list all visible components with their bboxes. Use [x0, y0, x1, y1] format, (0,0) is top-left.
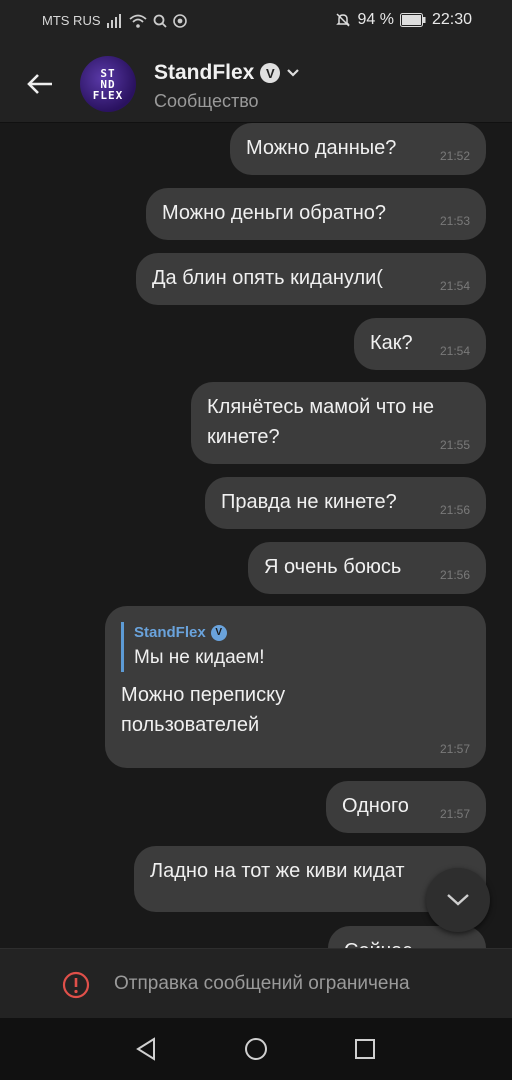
- back-arrow-icon: [27, 74, 52, 94]
- message-time: 21:57: [439, 742, 470, 756]
- nav-back-icon: [136, 1037, 155, 1061]
- message-time: 21:56: [439, 568, 470, 582]
- clock: 22:30: [431, 11, 472, 28]
- status-right: 94 % 22:30: [335, 11, 472, 29]
- message-time: 21:54: [439, 344, 470, 358]
- nav-recents-icon: [355, 1039, 375, 1059]
- message-time: 21:57: [439, 807, 470, 821]
- status-bar: MTS RUS 94 % 22:30: [0, 0, 512, 44]
- status-left: MTS RUS: [42, 13, 187, 28]
- nav-back-button[interactable]: [133, 1036, 159, 1062]
- message-bubble-reply[interactable]: StandFlex V Мы не кидаем! Можно переписк…: [105, 606, 486, 768]
- message-bubble[interactable]: Клянётесь мамой что не кинете? 21:55: [191, 382, 486, 464]
- carrier-label: MTS RUS: [42, 13, 101, 28]
- verified-icon: V: [210, 625, 227, 641]
- mute-bell-icon: [335, 12, 351, 28]
- message-text: Одного: [342, 795, 409, 817]
- message-bubble[interactable]: Как? 21:54: [354, 318, 486, 370]
- chat-subtitle: Сообщество: [154, 91, 259, 111]
- battery-icon: [399, 13, 426, 27]
- message-time: 21:56: [439, 503, 470, 517]
- restriction-bar: Отправка сообщений ограничена: [0, 948, 512, 1019]
- chevron-down-icon: [287, 69, 300, 77]
- message-time: 21:53: [439, 214, 470, 228]
- quote-author: StandFlex V: [134, 622, 470, 644]
- warning-icon: [62, 971, 90, 999]
- quoted-message[interactable]: StandFlex V Мы не кидаем!: [121, 622, 470, 672]
- scroll-down-button[interactable]: [426, 868, 490, 932]
- message-text: Ладно на тот же киви кидат: [150, 860, 405, 882]
- signal-icon: [106, 13, 123, 28]
- message-bubble[interactable]: Правда не кинете? 21:56: [205, 477, 486, 529]
- back-button[interactable]: [22, 66, 58, 102]
- avatar-line-2: ND: [100, 77, 116, 91]
- message-text: Как?: [370, 332, 413, 354]
- message-text: Клянётесь мамой что не кинете?: [207, 396, 435, 448]
- battery-percent: 94 %: [357, 11, 394, 28]
- message-time: 21:54: [439, 279, 470, 293]
- chat-title-text: StandFlex: [154, 61, 255, 84]
- wifi-icon: [128, 14, 147, 28]
- chat-title[interactable]: StandFlex V: [154, 61, 300, 85]
- message-text: Можно данные?: [246, 137, 397, 159]
- message-time: 21:52: [439, 149, 470, 163]
- message-list[interactable]: Можно данные? 21:52 Можно деньги обратно…: [0, 123, 512, 948]
- message-bubble[interactable]: Одного 21:57: [326, 781, 486, 833]
- quote-author-name: StandFlex: [134, 624, 206, 641]
- avatar-logo: ST ND FLEX: [93, 68, 124, 101]
- avatar-line-3: FLEX: [92, 88, 124, 102]
- system-nav-bar: [0, 1018, 512, 1080]
- quote-text: Мы не кидаем!: [134, 647, 265, 668]
- avatar-line-1: ST: [100, 66, 116, 80]
- message-text: Да блин опять киданули(: [152, 267, 383, 289]
- restriction-text: Отправка сообщений ограничена: [114, 973, 410, 994]
- nav-recents-button[interactable]: [352, 1036, 378, 1062]
- chat-header: ST ND FLEX StandFlex V Сообщество: [0, 44, 512, 123]
- message-bubble[interactable]: Я очень боюсь 21:56: [248, 542, 486, 594]
- search-icon: [153, 14, 167, 28]
- verified-icon: V: [260, 63, 281, 83]
- nav-home-button[interactable]: [243, 1036, 269, 1062]
- message-bubble[interactable]: Можно деньги обратно? 21:53: [146, 188, 486, 240]
- message-text: Сейчас: [344, 940, 412, 948]
- scroll-down-icon: [447, 894, 469, 906]
- message-text: Можно переписку пользователей: [121, 684, 286, 736]
- message-time: 21:55: [439, 438, 470, 452]
- chrome-icon: [172, 13, 187, 28]
- nav-home-icon: [245, 1038, 267, 1060]
- message-text: Можно деньги обратно?: [162, 202, 387, 224]
- message-bubble[interactable]: Да блин опять киданули( 21:54: [136, 253, 486, 305]
- message-text: Правда не кинете?: [221, 491, 397, 513]
- message-text: Я очень боюсь: [264, 556, 402, 578]
- avatar[interactable]: ST ND FLEX: [80, 56, 136, 112]
- message-bubble[interactable]: Можно данные? 21:52: [230, 123, 486, 175]
